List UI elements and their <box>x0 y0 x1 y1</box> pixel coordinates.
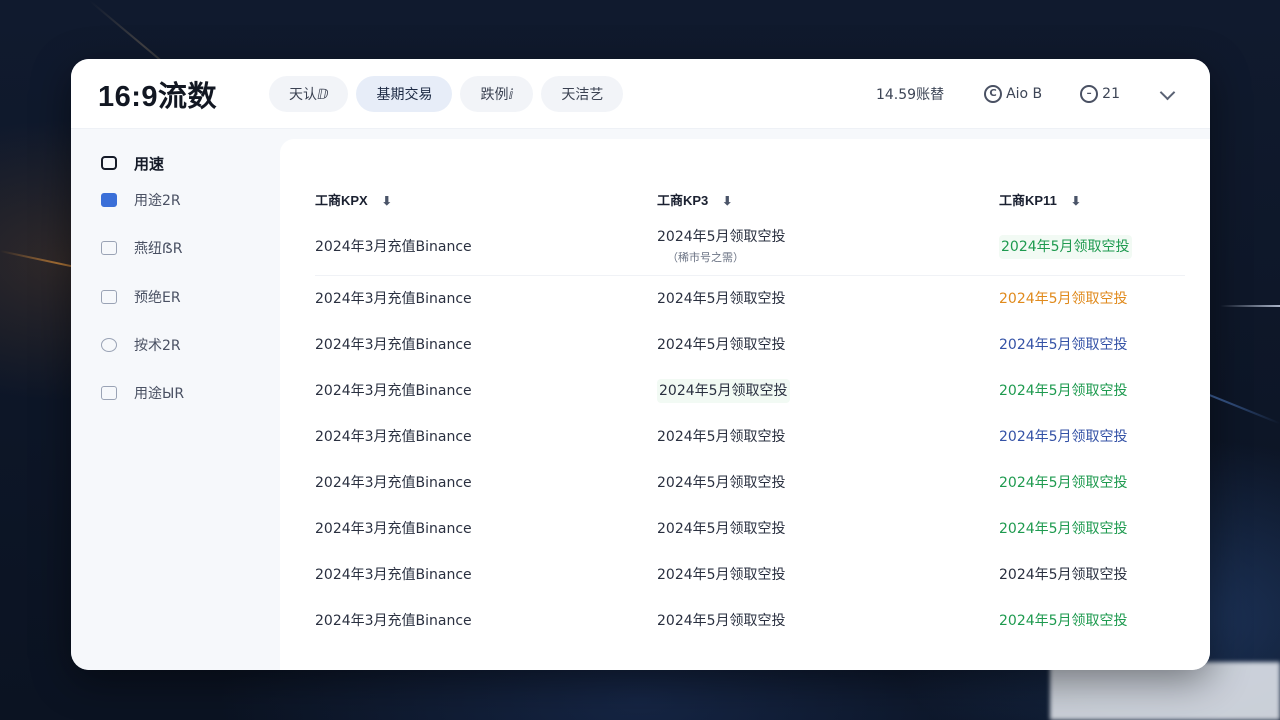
table-cell: 2024年3月充值Binance <box>315 217 657 276</box>
table-cell: 2024年5月领取空投 （稀市号之需） <box>657 217 999 276</box>
chevron-down-icon[interactable] <box>1158 85 1176 103</box>
table-row[interactable]: 2024年3月充值Binance 2024年5月领取空投 2024年5月领取空投 <box>315 597 1185 643</box>
table-cell: 2024年5月领取空投 <box>657 475 786 491</box>
sidebar-item-label: 用速 <box>134 154 165 173</box>
table-cell: 2024年3月充值Binance <box>315 429 472 445</box>
table-row[interactable]: 2024年3月充值Binance 2024年5月领取空投 2024年5月领取空投 <box>315 413 1185 459</box>
sidebar-item-2[interactable]: 燕纽ẞR <box>101 238 276 258</box>
table-cell: 2024年5月领取空投 <box>657 567 786 583</box>
top-right-controls: 14.59账替 C Aio B – 21 <box>876 84 1176 104</box>
table-cell: 2024年5月领取空投 <box>657 429 786 445</box>
table-cell: 2024年3月充值Binance <box>315 475 472 491</box>
sidebar-item-4[interactable]: 按术2R <box>101 335 276 355</box>
table-row[interactable]: 2024年3月充值Binance 2024年5月领取空投 2024年5月领取空投 <box>315 275 1185 321</box>
sort-down-icon[interactable]: ⬇ <box>722 194 732 208</box>
table-row[interactable]: 2024年3月充值Binance 2024年5月领取空投 2024年5月领取空投 <box>315 459 1185 505</box>
table-cell: 2024年3月充值Binance <box>315 383 472 399</box>
sidebar-item-label: 用途2R <box>134 193 181 209</box>
table-cell: 2024年5月领取空投 <box>999 505 1185 551</box>
sidebar-item-0[interactable]: 用速 <box>101 153 276 173</box>
table-cell: 2024年3月充值Binance <box>315 567 472 583</box>
sort-down-icon[interactable]: ⬇ <box>1071 194 1081 208</box>
records-table: 工商KPX ⬇ 工商KP3 ⬇ 工商KP11 ⬇ 2024年3月充值Binance 2… <box>315 181 1185 643</box>
sidebar-item-label: 燕纽ẞR <box>134 241 183 257</box>
status-text: 2024年5月领取空投 <box>999 521 1128 537</box>
check-icon <box>101 386 117 400</box>
background-streak <box>1220 305 1280 307</box>
top-bar: 16:9流数 天认ⅅ 基期交易 跌例ⅈ 天洁艺 14.59账替 C Aio B … <box>71 59 1210 129</box>
table-cell: 2024年3月充值Binance <box>315 291 472 308</box>
account-label: Aio B <box>1006 85 1043 102</box>
table-row[interactable]: 2024年3月充值Binance 2024年5月领取空投 （稀市号之需） 2024… <box>315 217 1185 276</box>
sidebar-item-5[interactable]: 用途ЫR <box>101 383 276 403</box>
mail-icon <box>101 290 117 304</box>
coin-icon: C <box>984 84 1003 103</box>
app-title: 16:9流数 <box>98 80 218 113</box>
status-text: 2024年5月领取空投 <box>999 291 1128 308</box>
header-label: 工商KPX <box>315 192 368 208</box>
table-row[interactable]: 2024年3月充值Binance 2024年5月领取空投 2024年5月领取空投 <box>315 321 1185 367</box>
blurred-watermark <box>1050 662 1280 720</box>
table-cell: 2024年5月领取空投 <box>657 613 786 629</box>
table-cell: 2024年3月充值Binance <box>315 521 472 537</box>
main-panel: 工商KPX ⬇ 工商KP3 ⬇ 工商KP11 ⬇ 2024年3月充值Binance 2… <box>280 139 1210 670</box>
table-cell: 2024年5月领取空投 <box>999 275 1185 321</box>
sidebar-item-label: 用途ЫR <box>134 386 185 402</box>
sidebar-item-1[interactable]: 用途2R <box>101 190 276 210</box>
tab-bar: 天认ⅅ 基期交易 跌例ⅈ 天洁艺 <box>269 75 624 112</box>
table-row[interactable]: 2024年3月充值Binance 2024年5月领取空投 2024年5月领取空投 <box>315 551 1185 597</box>
tab-4[interactable]: 天洁艺 <box>541 75 624 112</box>
table-cell: 2024年5月领取空投 <box>657 291 786 308</box>
table-cell: 2024年5月领取空投 <box>999 551 1185 597</box>
column-header-1[interactable]: 工商KPX ⬇ <box>315 181 657 217</box>
table-row[interactable]: 2024年3月充值Binance 2024年5月领取空投 2024年5月领取空投 <box>315 367 1185 413</box>
status-text: 2024年5月领取空投 <box>999 567 1128 583</box>
table-cell: 2024年3月充值Binance <box>315 613 472 629</box>
cell-subnote: （稀市号之需） <box>667 251 744 265</box>
account-button[interactable]: C Aio B <box>984 84 1043 103</box>
cell-text: 2024年5月领取空投 <box>657 379 790 403</box>
sidebar-item-3[interactable]: 预绝ER <box>101 287 276 307</box>
table-cell: 2024年5月领取空投 <box>657 337 786 353</box>
table-cell: 2024年5月领取空投 <box>999 459 1185 505</box>
notification-count: 21 <box>1102 85 1120 102</box>
sort-down-icon[interactable]: ⬇ <box>382 194 392 208</box>
sidebar-item-label: 预绝ER <box>134 290 181 306</box>
table-header-row: 工商KPX ⬇ 工商KP3 ⬇ 工商KP11 ⬇ <box>315 181 1185 217</box>
table-cell: 2024年5月领取空投 <box>657 521 786 537</box>
header-label: 工商KP11 <box>999 192 1057 208</box>
status-text: 2024年5月领取空投 <box>999 429 1128 445</box>
table-cell: 2024年5月领取空投 <box>999 321 1185 367</box>
table-row[interactable]: 2024年3月充值Binance 2024年5月领取空投 2024年5月领取空投 <box>315 505 1185 551</box>
square-icon <box>101 156 117 170</box>
column-header-2[interactable]: 工商KP3 ⬇ <box>657 181 999 217</box>
notifications-button[interactable]: – 21 <box>1080 84 1120 103</box>
sidebar-item-label: 按术2R <box>134 338 181 354</box>
token-icon: – <box>1080 84 1099 103</box>
tab-1[interactable]: 天认ⅅ <box>269 75 349 112</box>
sidebar: 用速 用途2R 燕纽ẞR 预绝ER 按术2R 用途ЫR <box>71 129 276 670</box>
header-label: 工商KP3 <box>657 192 709 208</box>
status-text: 2024年5月领取空投 <box>999 613 1128 629</box>
status-text: 2024年5月领取空投 <box>999 234 1132 259</box>
table-cell: 2024年5月领取空投 <box>999 217 1185 276</box>
app-window: 16:9流数 天认ⅅ 基期交易 跌例ⅈ 天洁艺 14.59账替 C Aio B … <box>71 59 1210 670</box>
table-cell: 2024年5月领取空投 <box>999 413 1185 459</box>
table-cell: 2024年5月领取空投 <box>999 597 1185 643</box>
cell-text: 2024年5月领取空投 <box>657 229 786 246</box>
download-icon <box>101 193 117 207</box>
status-text: 2024年5月领取空投 <box>999 383 1128 399</box>
balance-display: 14.59账替 <box>875 86 945 103</box>
table-cell: 2024年5月领取空投 <box>999 367 1185 413</box>
status-text: 2024年5月领取空投 <box>999 337 1128 353</box>
column-header-3[interactable]: 工商KP11 ⬇ <box>999 181 1185 217</box>
tab-2-active[interactable]: 基期交易 <box>356 75 453 112</box>
table-cell: 2024年3月充值Binance <box>315 337 472 353</box>
tab-3[interactable]: 跌例ⅈ <box>460 75 534 112</box>
status-text: 2024年5月领取空投 <box>999 475 1128 491</box>
mail-icon <box>101 241 117 255</box>
table-cell: 2024年5月领取空投 <box>657 367 999 413</box>
clock-icon <box>101 338 117 352</box>
